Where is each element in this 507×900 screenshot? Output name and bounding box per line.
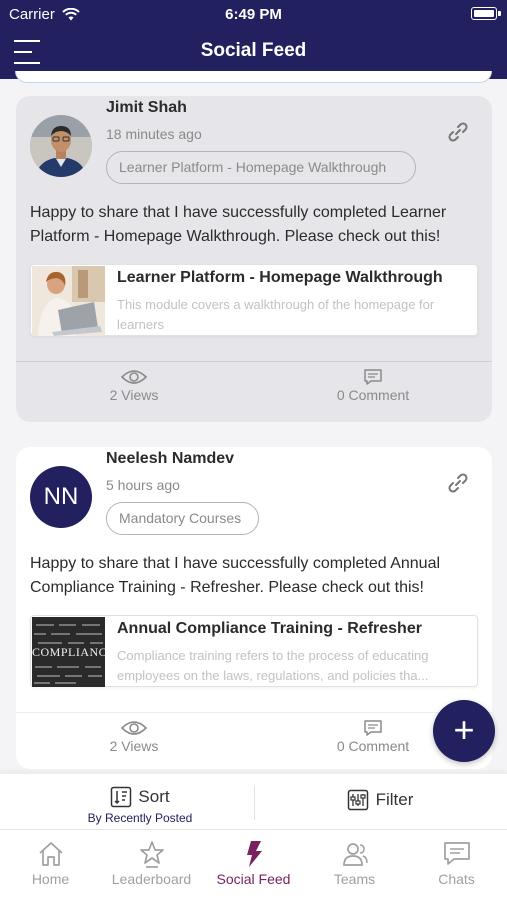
views-count: 2 Views — [109, 738, 159, 754]
battery-icon — [471, 7, 497, 20]
avatar-photo-icon — [30, 115, 92, 177]
post-tag[interactable]: Mandatory Courses — [106, 502, 259, 535]
sort-filter-bar: Sort By Recently Posted Filter — [0, 773, 507, 829]
battery-tip — [498, 11, 501, 16]
filter-label[interactable]: Filter — [376, 790, 414, 810]
module-card[interactable]: Learner Platform - Homepage Walkthrough … — [30, 264, 478, 336]
module-description: Compliance training refers to the proces… — [117, 648, 429, 683]
top-bar: Carrier 6:49 PM Social Feed — [0, 0, 507, 79]
status-bar: Carrier 6:49 PM — [0, 6, 507, 24]
star-icon — [139, 841, 164, 868]
post-time: 18 minutes ago — [106, 126, 202, 142]
link-icon[interactable] — [447, 472, 469, 494]
comment-icon — [364, 369, 382, 385]
feed-post[interactable]: Jimit Shah 18 minutes ago Learner Platfo… — [16, 96, 492, 422]
module-title[interactable]: Annual Compliance Training - Refresher — [117, 620, 422, 638]
views-stat: 2 Views — [92, 368, 176, 403]
tab-teams[interactable]: Teams — [304, 840, 405, 887]
eye-icon — [121, 721, 147, 735]
tab-social-feed[interactable]: Social Feed — [203, 840, 304, 887]
filter-button[interactable]: Filter — [300, 789, 460, 811]
views-count: 2 Views — [109, 387, 159, 403]
views-stat: 2 Views — [92, 719, 176, 754]
sort-button[interactable]: Sort By Recently Posted — [40, 786, 240, 825]
create-post-button[interactable]: + — [433, 700, 495, 762]
eye-icon — [121, 370, 147, 384]
previous-card-edge — [15, 71, 492, 83]
module-card[interactable]: COMPLIANCE Annual Compliance Training - … — [30, 615, 478, 687]
comments-count[interactable]: 0 Comment — [337, 738, 409, 754]
tab-home[interactable]: Home — [0, 840, 101, 887]
module-title[interactable]: Learner Platform - Homepage Walkthrough — [117, 269, 443, 287]
tab-social-feed-label[interactable]: Social Feed — [217, 871, 291, 887]
sort-label[interactable]: Sort — [138, 787, 169, 807]
page-title: Social Feed — [200, 40, 307, 61]
link-icon[interactable] — [447, 121, 469, 143]
thumbnail-word: COMPLIANCE — [32, 645, 105, 659]
filter-icon — [347, 789, 368, 811]
comments-stat[interactable]: 0 Comment — [314, 368, 432, 403]
feed-post[interactable]: NN Neelesh Namdev 5 hours ago Mandatory … — [16, 447, 492, 769]
post-author[interactable]: Jimit Shah — [106, 99, 187, 117]
comment-icon — [364, 720, 382, 736]
post-tag[interactable]: Learner Platform - Homepage Walkthrough — [106, 151, 416, 184]
post-author[interactable]: Neelesh Namdev — [106, 450, 234, 468]
lightning-icon — [246, 841, 262, 867]
clock: 6:49 PM — [225, 6, 282, 23]
tab-chats-label[interactable]: Chats — [438, 871, 475, 887]
tab-leaderboard-label[interactable]: Leaderboard — [112, 871, 191, 887]
bottom-tab-bar: Home Leaderboard Social Feed Teams Chats — [0, 829, 507, 900]
tab-home-label[interactable]: Home — [32, 871, 69, 887]
sort-bar-divider — [254, 786, 255, 820]
comments-stat[interactable]: 0 Comment — [314, 719, 432, 754]
tab-chats[interactable]: Chats — [406, 840, 507, 887]
post-text: Happy to share that I have successfully … — [30, 204, 447, 245]
tab-teams-label[interactable]: Teams — [334, 871, 375, 887]
sort-subtitle: By Recently Posted — [87, 811, 193, 825]
chat-icon — [443, 842, 470, 865]
post-time: 5 hours ago — [106, 477, 180, 493]
plus-icon: + — [453, 709, 475, 750]
card-divider — [16, 712, 492, 713]
module-thumbnail — [32, 266, 105, 336]
users-icon — [342, 843, 368, 866]
module-thumbnail: COMPLIANCE — [32, 617, 105, 687]
post-text: Happy to share that I have successfully … — [30, 555, 441, 596]
home-icon — [38, 842, 63, 866]
laptop-woman-image — [32, 266, 105, 336]
sort-icon — [111, 786, 132, 808]
comments-count[interactable]: 0 Comment — [337, 387, 409, 403]
tab-leaderboard[interactable]: Leaderboard — [101, 840, 202, 887]
card-divider — [16, 361, 492, 362]
avatar[interactable]: NN — [30, 466, 92, 528]
module-description: This module covers a walkthrough of the … — [117, 297, 435, 332]
avatar[interactable] — [30, 115, 92, 177]
